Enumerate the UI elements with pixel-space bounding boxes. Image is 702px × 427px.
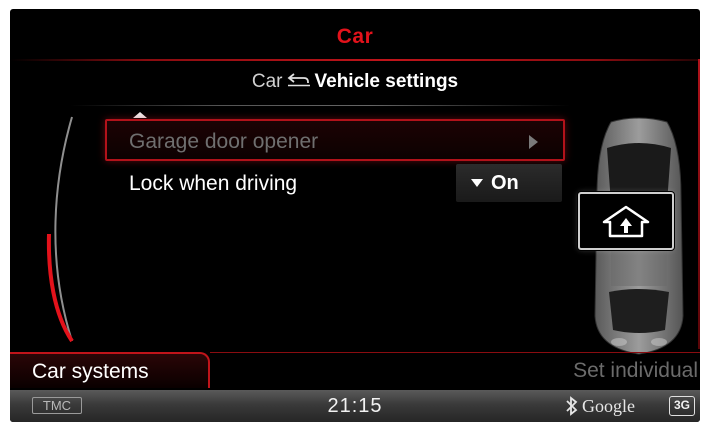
menu-item-label: Garage door opener [129,130,319,153]
bluetooth-icon [566,396,578,416]
frame-divider [10,59,700,61]
tab-set-individual[interactable]: Set individual [573,359,698,383]
back-arrow-icon [287,71,311,93]
breadcrumb-parent[interactable]: Car [252,71,283,92]
triangle-down-icon [471,179,483,187]
breadcrumb-current: Vehicle settings [314,71,459,93]
tab-label: Car systems [32,360,149,383]
infotainment-screen: Car Car Vehicle settings Garage door open… [10,9,700,422]
dropdown-value: On [491,172,519,194]
status-bar: TMC 21:15 Google 3G [10,390,700,422]
home-icon [602,205,650,238]
frame-right-edge [698,59,700,349]
breadcrumb[interactable]: Car Vehicle settings [10,71,700,93]
provider-label: Google [582,396,635,416]
app-title: Car [336,25,374,48]
scroll-indicator[interactable] [32,109,82,349]
lock-when-driving-dropdown[interactable]: On [456,164,562,202]
tab-divider [210,352,700,353]
menu-item-label: Lock when driving [129,172,298,195]
home-button[interactable] [578,192,674,250]
breadcrumb-divider [70,105,570,106]
chevron-right-icon [529,135,538,149]
scroll-up-indicator [133,112,147,118]
bottom-tabs: Car systems Set individual [10,352,700,388]
network-indicator: 3G [669,396,695,416]
menu-item-garage-door-opener[interactable]: Garage door opener [105,119,565,161]
tab-car-systems[interactable]: Car systems [10,352,210,388]
